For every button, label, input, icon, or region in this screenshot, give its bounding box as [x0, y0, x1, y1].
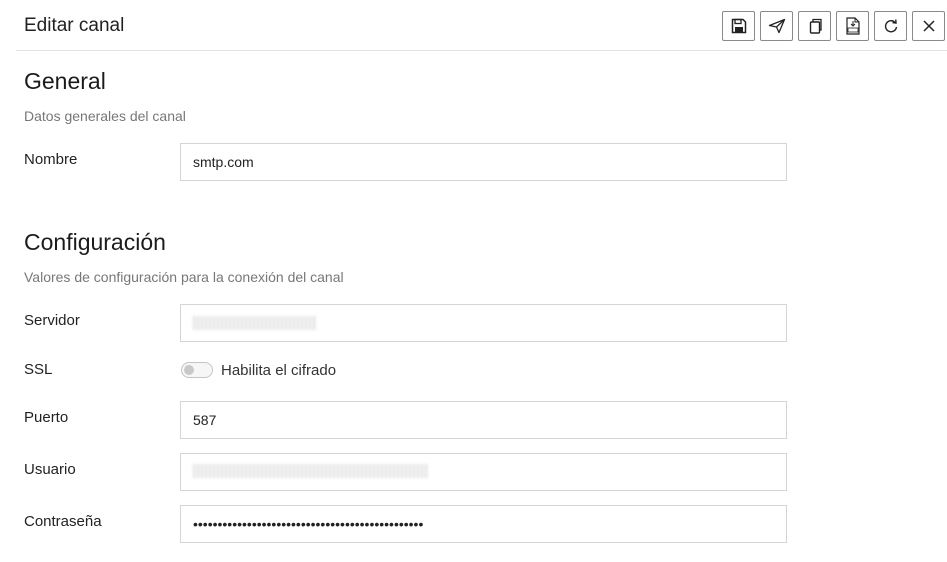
- ssl-label: SSL: [24, 361, 53, 378]
- refresh-button[interactable]: [874, 11, 907, 41]
- general-section-description: Datos generales del canal: [24, 108, 186, 124]
- ssl-toggle-label: Habilita el cifrado: [221, 362, 337, 379]
- nombre-label: Nombre: [24, 151, 78, 168]
- export-csv-button[interactable]: [836, 11, 869, 41]
- contrasena-input[interactable]: [180, 505, 787, 543]
- ssl-toggle-knob: [184, 365, 194, 375]
- config-section-title: Configuración: [24, 229, 166, 255]
- contrasena-label: Contraseña: [24, 513, 102, 530]
- nombre-input[interactable]: [180, 143, 787, 181]
- puerto-label: Puerto: [24, 409, 69, 426]
- usuario-redacted-value: [193, 464, 429, 478]
- save-button[interactable]: [722, 11, 755, 41]
- duplicate-button[interactable]: [798, 11, 831, 41]
- copy-icon: [809, 18, 822, 34]
- page-header: Editar canal: [16, 0, 947, 51]
- page-title: Editar canal: [24, 15, 125, 36]
- close-button[interactable]: [912, 11, 945, 41]
- usuario-label: Usuario: [24, 461, 76, 478]
- save-icon: [731, 18, 746, 34]
- csv-file-icon: [845, 17, 860, 35]
- close-icon: [922, 20, 935, 32]
- puerto-input[interactable]: [180, 401, 787, 439]
- servidor-label: Servidor: [24, 312, 80, 329]
- send-icon: [768, 18, 785, 34]
- send-button[interactable]: [760, 11, 793, 41]
- servidor-redacted-value: [193, 316, 317, 330]
- config-section-description: Valores de configuración para la conexió…: [24, 269, 344, 285]
- general-section-title: General: [24, 68, 106, 94]
- refresh-icon: [884, 19, 897, 33]
- toolbar: [717, 11, 945, 41]
- ssl-toggle[interactable]: [181, 362, 213, 378]
